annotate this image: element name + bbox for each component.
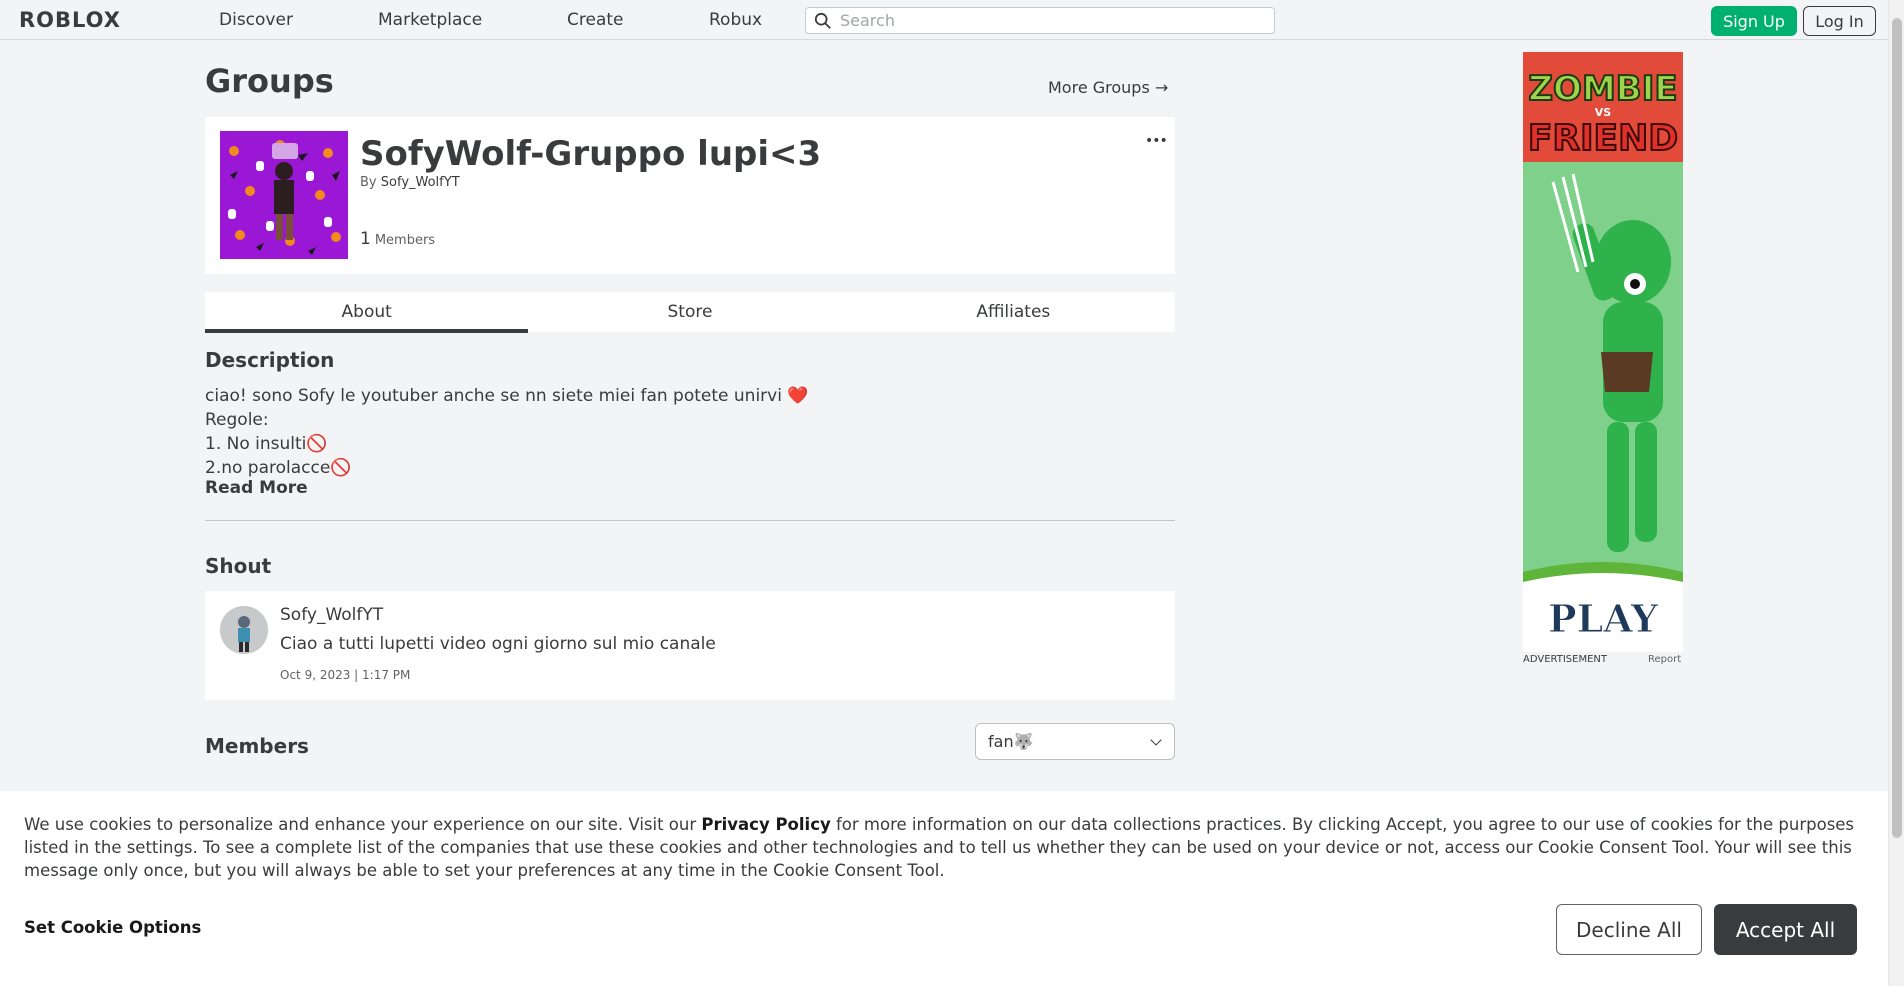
nav-robux[interactable]: Robux	[709, 10, 762, 30]
group-emblem[interactable]	[220, 131, 348, 259]
search-input[interactable]	[840, 11, 1260, 30]
more-options-icon[interactable]: •••	[1145, 133, 1168, 149]
search-bar[interactable]	[805, 7, 1275, 34]
search-icon	[814, 12, 831, 29]
nav-create[interactable]: Create	[567, 10, 624, 30]
log-in-button[interactable]: Log In	[1803, 6, 1876, 36]
roblox-logo[interactable]: ROBLOX	[19, 8, 121, 32]
ad-title-bottom: FRIEND	[1528, 118, 1678, 159]
description-line: 1. No insulti🚫	[205, 434, 328, 454]
description-line: 2.no parolacce🚫	[205, 458, 352, 478]
ad-artwork: ZOMBIE VS FRIEND PLAY	[1523, 52, 1683, 652]
ad-title-top: ZOMBIE	[1528, 69, 1677, 109]
description-heading: Description	[205, 348, 335, 372]
scrollbar-thumb[interactable]	[1892, 18, 1902, 838]
group-owner-link[interactable]: Sofy_WolfYT	[381, 175, 460, 190]
advertisement-banner[interactable]: ZOMBIE VS FRIEND PLAY	[1523, 52, 1683, 652]
decline-all-button[interactable]: Decline All	[1556, 904, 1702, 955]
accept-all-button[interactable]: Accept All	[1714, 904, 1857, 955]
section-divider	[205, 520, 1175, 521]
tab-affiliates[interactable]: Affiliates	[852, 292, 1175, 332]
members-heading: Members	[205, 734, 309, 758]
chevron-down-icon	[1150, 734, 1162, 746]
cookie-banner: We use cookies to personalize and enhanc…	[0, 791, 1888, 986]
shout-card: Sofy_WolfYT Ciao a tutti lupetti video o…	[205, 591, 1175, 700]
group-tabs: About Store Affiliates	[205, 292, 1175, 333]
shout-heading: Shout	[205, 554, 272, 578]
report-ad-link[interactable]: Report	[1648, 654, 1681, 665]
tab-about[interactable]: About	[205, 292, 529, 333]
read-more-button[interactable]: Read More	[205, 478, 308, 498]
shout-author-link[interactable]: Sofy_WolfYT	[280, 605, 383, 625]
cookie-text-part: We use cookies to personalize and enhanc…	[24, 815, 702, 834]
by-label: By	[360, 175, 377, 190]
avatar[interactable]	[220, 606, 268, 654]
group-header-card: SofyWolf-Gruppo lupi<3 By Sofy_WolfYT 1M…	[205, 117, 1175, 274]
cookie-message: We use cookies to personalize and enhanc…	[24, 813, 1864, 882]
avatar-image	[220, 606, 268, 654]
shout-message: Ciao a tutti lupetti video ogni giorno s…	[280, 634, 716, 654]
set-cookie-options-link[interactable]: Set Cookie Options	[24, 918, 201, 937]
role-dropdown[interactable]: fan🐺	[975, 723, 1175, 760]
member-count-label: Members	[374, 233, 436, 248]
ad-play-label: PLAY	[1548, 596, 1659, 641]
group-emblem-image	[220, 131, 348, 259]
advertisement-label: ADVERTISEMENT	[1523, 654, 1608, 665]
more-groups-link[interactable]: More Groups →	[1048, 78, 1168, 97]
sign-up-button[interactable]: Sign Up	[1711, 6, 1797, 36]
tab-store[interactable]: Store	[528, 292, 851, 332]
group-owner-line: By Sofy_WolfYT	[360, 175, 460, 190]
description-line: ciao! sono Sofy le youtuber anche se nn …	[205, 386, 809, 406]
shout-timestamp: Oct 9, 2023 | 1:17 PM	[280, 668, 411, 682]
group-member-count: 1 Members	[360, 229, 435, 249]
privacy-policy-link[interactable]: Privacy Policy	[701, 815, 830, 834]
nav-discover[interactable]: Discover	[219, 10, 293, 30]
member-count-value: 1	[360, 229, 371, 249]
nav-marketplace[interactable]: Marketplace	[378, 10, 482, 30]
description-line: Regole:	[205, 410, 269, 430]
description-text: ciao! sono Sofy le youtuber anche se nn …	[205, 384, 809, 480]
page-scrollbar[interactable]	[1888, 0, 1904, 986]
group-name: SofyWolf-Gruppo lupi<3	[360, 134, 822, 174]
role-selected-value: fan🐺	[988, 732, 1034, 751]
top-nav: ROBLOX Discover Marketplace Create Robux…	[0, 0, 1888, 40]
page-title: Groups	[205, 62, 334, 100]
